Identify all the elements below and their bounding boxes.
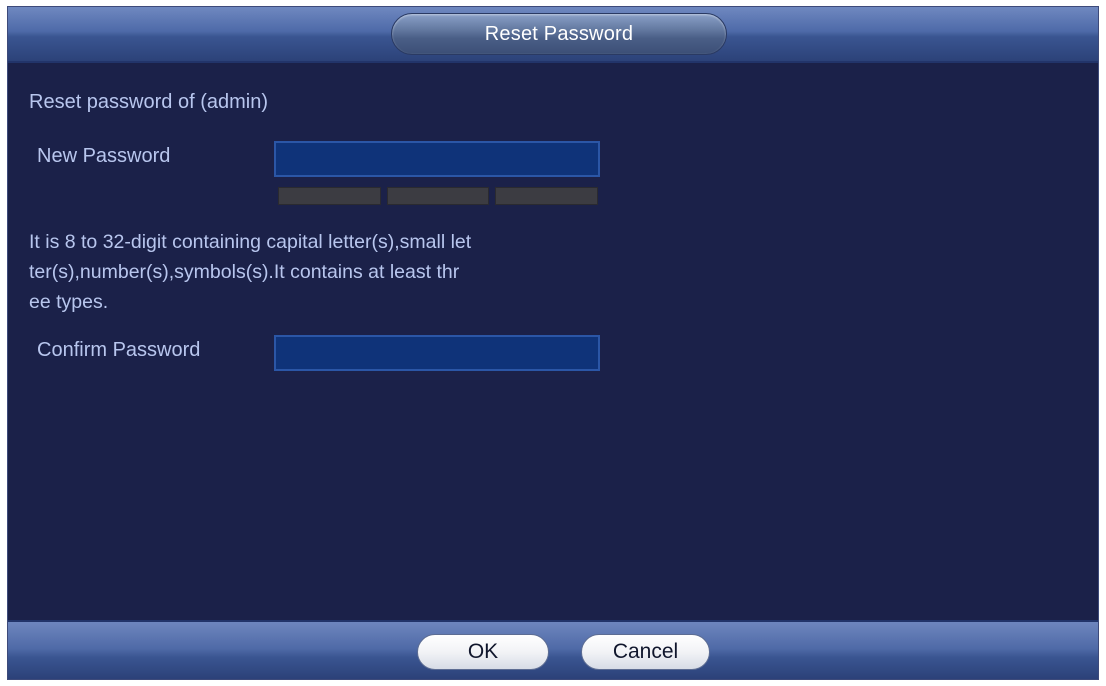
strength-segment-strong: [495, 187, 599, 205]
confirm-password-input[interactable]: [274, 335, 600, 371]
ok-button[interactable]: OK: [417, 634, 549, 670]
cancel-button[interactable]: Cancel: [581, 634, 710, 670]
new-password-label: New Password: [37, 145, 171, 167]
reset-heading: Reset password of (admin): [29, 91, 268, 113]
strength-segment-weak: [278, 187, 381, 205]
password-rules-hint: It is 8 to 32-digit containing capital l…: [29, 231, 472, 313]
strength-segment-medium: [386, 187, 490, 205]
confirm-password-label: Confirm Password: [37, 339, 201, 361]
title-bar: Reset Password: [8, 7, 1098, 63]
button-bar: OK Cancel: [8, 620, 1098, 679]
password-strength-meter: [278, 187, 599, 205]
reset-password-dialog: Reset Password Reset password of (admin)…: [7, 6, 1099, 680]
dialog-content: Reset password of (admin) New Password I…: [8, 63, 1098, 620]
new-password-input[interactable]: [274, 141, 600, 177]
dialog-title: Reset Password: [484, 22, 634, 45]
title-pill: Reset Password: [391, 13, 727, 55]
